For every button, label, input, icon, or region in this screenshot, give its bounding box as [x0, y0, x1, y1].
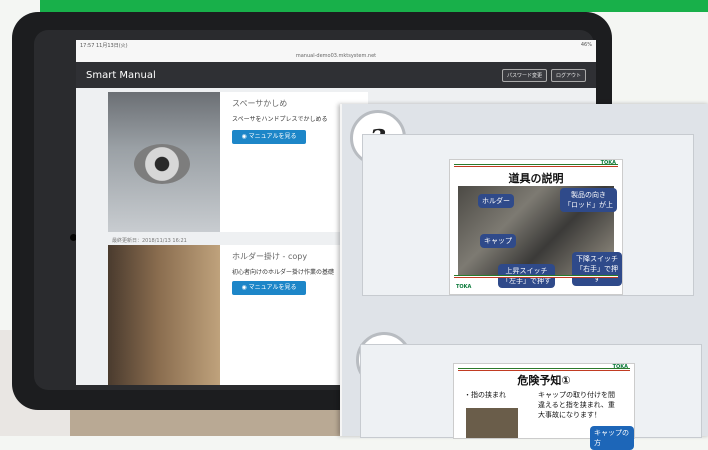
printed-manual-page: 3 TOKA 道具の説明 ホルダー 製品の向き 「ロッド」が上 キャップ 上昇ス…	[340, 104, 708, 450]
logout-button[interactable]: ログアウト	[550, 68, 586, 82]
callout-direction: 製品の向き 「ロッド」が上	[560, 188, 617, 212]
callout-cap: キャップ	[480, 234, 516, 248]
slide: TOKA 危険予知① ・指の挟まれ キャップの取り付けを間 違えると指を挟まれ、…	[453, 363, 635, 450]
view-manual-label: マニュアルを見る	[248, 284, 297, 291]
manual-title: スペーサかしめ	[232, 99, 288, 108]
manual-thumbnail	[108, 245, 220, 385]
password-change-button[interactable]: パスワード変更	[501, 68, 547, 82]
eye-icon: ◉	[241, 133, 249, 140]
slide-stripe	[454, 275, 618, 278]
manual-thumbnail	[108, 92, 220, 232]
eye-icon: ◉	[241, 284, 249, 291]
manual-description: 初心者向けのホルダー掛け作業の基礎	[232, 269, 335, 276]
url-text: manual-demo03.mktsystem.net	[295, 53, 377, 59]
slide-title: 危険予知①	[517, 374, 571, 387]
slide-title: 道具の説明	[508, 172, 564, 185]
status-battery: 46%	[580, 42, 592, 48]
status-bar: 17:57 11月13日(火) 46%	[76, 40, 596, 50]
slide: TOKA 道具の説明 ホルダー 製品の向き 「ロッド」が上 キャップ 上昇スイッ…	[449, 159, 623, 295]
view-manual-button[interactable]: ◉ マニュアルを見る	[232, 130, 306, 144]
callout-down-switch: 下降スイッチ 「右手」で押す	[572, 252, 622, 286]
manual-title: ホルダー掛け - copy	[232, 252, 308, 261]
hazard-photo	[466, 408, 518, 438]
green-banner	[40, 0, 708, 12]
hazard-bullet: ・指の挟まれ	[464, 391, 506, 399]
manual-card-holder: ホルダー掛け - copy 初心者向けのホルダー掛け作業の基礎 ◉ マニュアルを…	[108, 245, 368, 385]
manual-description: スペーサをハンドプレスでかしめる	[232, 116, 328, 123]
view-manual-label: マニュアルを見る	[248, 133, 297, 140]
manual-card-spacer: スペーサかしめ スペーサをハンドプレスでかしめる ◉ マニュアルを見る	[108, 92, 368, 232]
company-logo: TOKA	[600, 160, 616, 166]
spacer-part-image	[134, 144, 190, 184]
callout-holder: ホルダー	[478, 194, 514, 208]
last-updated: 最終更新日：2018/11/13 16:21	[112, 238, 187, 244]
step-panel: TOKA 危険予知① ・指の挟まれ キャップの取り付けを間 違えると指を挟まれ、…	[360, 344, 702, 450]
status-time: 17:57 11月13日(火)	[80, 42, 128, 49]
app-title: Smart Manual	[86, 69, 156, 81]
slide-stripe	[454, 164, 618, 167]
company-logo: TOKA	[612, 364, 628, 370]
view-manual-button[interactable]: ◉ マニュアルを見る	[232, 281, 306, 295]
slide-stripe	[458, 368, 630, 371]
step-panel: TOKA 道具の説明 ホルダー 製品の向き 「ロッド」が上 キャップ 上昇スイッ…	[362, 134, 694, 296]
hazard-warning: キャップの取り付けを間 違えると指を挟まれ、重 大事故になります！	[538, 391, 615, 419]
callout-cap: キャップの方	[590, 426, 634, 450]
header-actions: パスワード変更 ログアウト	[501, 68, 586, 82]
company-logo: TOKA	[456, 284, 472, 290]
app-header: Smart Manual パスワード変更 ログアウト	[76, 62, 596, 88]
url-bar[interactable]: manual-demo03.mktsystem.net	[76, 50, 596, 62]
